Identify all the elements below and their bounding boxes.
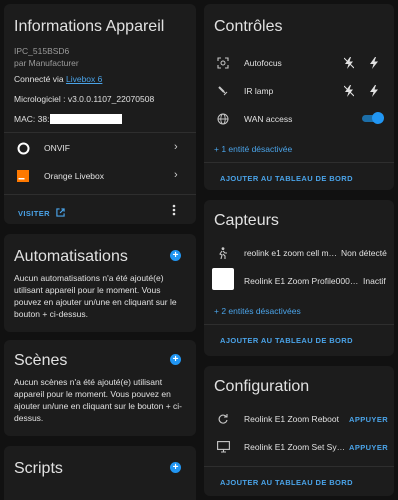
scenes-card: Scènes + Aucun scènes n'a été ajouté(e) …: [4, 340, 196, 436]
integration-row-livebox[interactable]: Orange Livebox ›: [4, 164, 196, 188]
camera-thumbnail[interactable]: [212, 268, 234, 290]
divider: [204, 324, 394, 325]
restart-icon: [216, 412, 230, 426]
integration-label: Orange Livebox: [44, 171, 105, 181]
connected-via-label: Connecté via: [14, 74, 66, 84]
control-label[interactable]: Autofocus: [244, 58, 282, 68]
control-label[interactable]: WAN access: [244, 114, 292, 124]
flash-icon[interactable]: [370, 56, 378, 74]
flash-off-icon[interactable]: [343, 84, 355, 102]
configuration-title: Configuration: [214, 378, 310, 395]
press-button[interactable]: APPUYER: [349, 443, 388, 452]
device-info-title: Informations Appareil: [14, 18, 165, 35]
configuration-card: Configuration Reolink E1 Zoom Reboot APP…: [204, 366, 394, 496]
automations-empty-text: Aucun automatisations n'a été ajouté(e) …: [14, 273, 177, 319]
add-to-dashboard-button[interactable]: AJOUTER AU TABLEAU DE BORD: [220, 174, 353, 183]
add-scene-button[interactable]: +: [170, 354, 181, 365]
device-manufacturer: par Manufacturer: [14, 58, 79, 68]
mac-redacted: [50, 114, 123, 124]
focus-icon: [216, 56, 230, 70]
disabled-entities-link[interactable]: + 1 entité désactivée: [214, 144, 292, 154]
monitor-icon: [216, 440, 230, 454]
open-external-icon: [56, 204, 65, 222]
integration-row-onvif[interactable]: ONVIF ›: [4, 136, 196, 160]
scenes-empty-text: Aucun scènes n'a été ajouté(e) utilisant…: [14, 377, 182, 423]
wan-access-toggle[interactable]: [360, 112, 384, 124]
sensor-label[interactable]: reolink e1 zoom cell m…: [244, 248, 337, 258]
toggle-knob: [372, 112, 384, 124]
livebox-link[interactable]: Livebox 6: [66, 74, 102, 84]
mac-address: MAC: 38:: [14, 114, 123, 124]
control-label[interactable]: IR lamp: [244, 86, 273, 96]
visit-label: VISITER: [18, 208, 50, 218]
divider: [4, 194, 196, 195]
motion-sensor-icon: [216, 246, 230, 260]
controls-title: Contrôles: [214, 18, 283, 35]
chevron-right-icon: ›: [174, 141, 178, 153]
divider: [4, 132, 196, 133]
disabled-entities-link[interactable]: + 2 entités désactivées: [214, 306, 301, 316]
sensors-title: Capteurs: [214, 212, 279, 229]
sensor-value: Inactif: [363, 276, 386, 286]
sensor-value: Non détecté: [341, 248, 387, 258]
press-button[interactable]: APPUYER: [349, 415, 388, 424]
add-script-button[interactable]: +: [170, 462, 181, 473]
integration-label: ONVIF: [44, 143, 70, 153]
flash-icon[interactable]: [370, 84, 378, 102]
add-to-dashboard-button[interactable]: AJOUTER AU TABLEAU DE BORD: [220, 478, 353, 487]
flash-off-icon[interactable]: [343, 56, 355, 74]
chevron-right-icon: ›: [174, 169, 178, 181]
mac-label: MAC: 38:: [14, 114, 50, 124]
controls-card: Contrôles Autofocus IR lamp WAN access +…: [204, 4, 394, 190]
orange-logo-icon: [16, 169, 30, 183]
visit-button[interactable]: VISITER: [18, 204, 65, 222]
firmware-version: Micrologiciel : v3.0.0.1107_22070508: [14, 94, 155, 104]
add-to-dashboard-button[interactable]: AJOUTER AU TABLEAU DE BORD: [220, 336, 353, 345]
scripts-title: Scripts: [14, 460, 63, 477]
scripts-card: Scripts +: [4, 446, 196, 500]
connected-via: Connecté via Livebox 6: [14, 74, 102, 84]
onvif-icon: [16, 141, 30, 155]
divider: [204, 162, 394, 163]
config-label: Reolink E1 Zoom Set Sy…: [244, 442, 346, 452]
sensors-card: Capteurs reolink e1 zoom cell m… Non dét…: [204, 200, 394, 356]
device-info-card: Informations Appareil IPC_515BSD6 par Ma…: [4, 4, 196, 224]
globe-icon: [216, 112, 230, 126]
add-automation-button[interactable]: +: [170, 250, 181, 261]
scenes-title: Scènes: [14, 352, 68, 369]
config-label: Reolink E1 Zoom Reboot: [244, 414, 339, 424]
device-model: IPC_515BSD6: [14, 46, 70, 56]
sensor-label[interactable]: Reolink E1 Zoom Profile000…: [244, 276, 358, 286]
divider: [204, 466, 394, 467]
more-options-icon[interactable]: [172, 203, 178, 216]
automations-title: Automatisations: [14, 248, 128, 265]
automations-card: Automatisations + Aucun automatisations …: [4, 234, 196, 332]
ir-lamp-icon: [216, 84, 230, 98]
